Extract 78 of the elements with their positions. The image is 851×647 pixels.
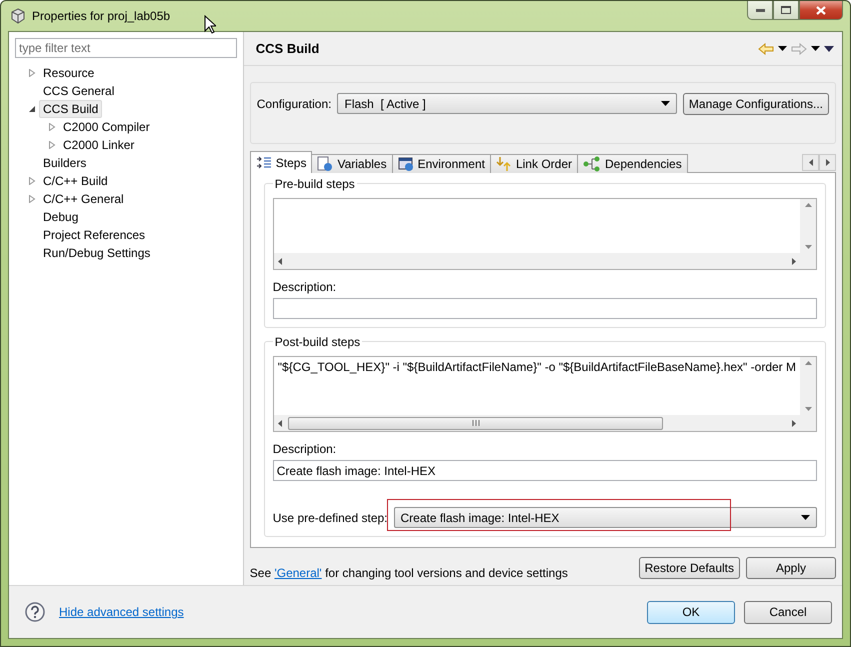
app-icon <box>10 8 26 24</box>
dropdown-arrow-icon <box>801 515 810 520</box>
predefined-step-label: Use pre-defined step: <box>272 510 388 524</box>
expand-icon[interactable] <box>28 177 36 185</box>
tab[interactable]: Steps <box>250 151 312 173</box>
predefined-step-dropdown[interactable]: Create flash image: Intel-HEX <box>394 507 817 528</box>
hint-text: See 'General' for changing tool versions and device settings <box>250 566 568 580</box>
command-area[interactable]: "${CG_TOOL_HEX}" -i "${BuildArtifactFileName}" -o "${BuildArtifactFileBaseName}.hex" -order M <box>272 356 817 432</box>
expand-icon[interactable] <box>28 195 36 203</box>
scroll-up-icon[interactable] <box>804 203 812 207</box>
arrows-icon <box>496 156 512 172</box>
minimize-button[interactable] <box>747 1 773 20</box>
tree-item[interactable]: CCS General <box>39 82 118 100</box>
command-text: "${CG_TOOL_HEX}" -i "${BuildArtifactFileName}" -o "${BuildArtifactFileBaseName}.hex" -order M <box>276 359 797 376</box>
scroll-right-icon[interactable] <box>792 258 796 264</box>
window-icon <box>398 156 414 172</box>
collapse-icon[interactable] <box>28 105 36 113</box>
configuration-dropdown[interactable]: Flash [ Active ] <box>337 93 677 114</box>
caret-icon <box>778 46 787 51</box>
close-icon <box>816 6 826 14</box>
minimize-icon <box>756 8 764 12</box>
hide-advanced-settings-link[interactable]: Hide advanced settings <box>59 605 184 619</box>
scroll-down-icon[interactable] <box>804 245 812 249</box>
tree-item[interactable]: Resource <box>39 64 98 82</box>
tree-item[interactable]: C/C++ General <box>39 190 128 208</box>
expand-icon[interactable] <box>48 141 56 149</box>
page-title: CCS Build <box>256 41 320 56</box>
close-button[interactable] <box>799 1 843 20</box>
tree-item[interactable]: Project References <box>39 226 150 244</box>
tab[interactable]: Environment <box>392 154 491 173</box>
forward-arrow-icon[interactable] <box>791 42 807 54</box>
tab[interactable]: Dependencies <box>577 154 688 173</box>
general-link[interactable]: 'General' <box>274 566 322 580</box>
scroll-right-icon[interactable] <box>792 420 796 426</box>
maximize-icon <box>781 6 791 14</box>
menu-icon[interactable] <box>824 46 834 52</box>
variables-icon <box>317 156 334 172</box>
maximize-button[interactable] <box>773 1 799 20</box>
help-icon[interactable] <box>25 602 45 622</box>
tab[interactable]: Variables <box>311 154 393 173</box>
manage-configurations-button[interactable]: Manage Configurations... <box>682 93 829 115</box>
description-label: Description: <box>272 442 338 456</box>
back-arrow-icon[interactable] <box>758 42 774 54</box>
dropdown-arrow-icon <box>660 101 670 106</box>
configuration-label: Configuration: <box>256 97 332 111</box>
tree-item[interactable]: C2000 Linker <box>59 136 138 154</box>
filter-field[interactable]: type filter text <box>15 38 237 58</box>
group-title: Post-build steps <box>272 334 362 350</box>
ok-button[interactable]: OK <box>647 600 735 624</box>
expand-icon[interactable] <box>28 69 36 77</box>
scroll-down-icon[interactable] <box>804 407 812 411</box>
scroll-up-icon[interactable] <box>804 361 812 365</box>
left-arrow-icon <box>808 159 812 166</box>
tree-item[interactable]: Debug <box>39 208 82 226</box>
list-icon <box>256 156 272 170</box>
tree-item[interactable]: CCS Build <box>39 100 102 118</box>
description-label: Description: <box>272 280 338 294</box>
group-title: Pre-build steps <box>272 176 357 192</box>
window-title: Properties for proj_lab05b <box>32 9 170 23</box>
scroll-left-button[interactable] <box>802 154 819 171</box>
tree-item[interactable]: Run/Debug Settings <box>39 244 154 262</box>
cancel-button[interactable]: Cancel <box>744 600 832 624</box>
caret-icon <box>811 46 820 51</box>
scroll-left-icon[interactable] <box>278 258 282 264</box>
hierarchy-icon <box>583 156 601 172</box>
description-field[interactable]: Create flash image: Intel-HEX <box>272 460 817 481</box>
tree-item[interactable]: C2000 Compiler <box>59 118 154 136</box>
right-arrow-icon <box>826 159 830 166</box>
scroll-right-button[interactable] <box>819 154 836 171</box>
scrollbar-thumb[interactable] <box>288 416 664 430</box>
scroll-left-icon[interactable] <box>278 420 282 426</box>
apply-button[interactable]: Apply <box>746 557 836 579</box>
restore-defaults-button[interactable]: Restore Defaults <box>638 557 740 579</box>
expand-icon[interactable] <box>48 123 56 131</box>
tree-item[interactable]: Builders <box>39 154 90 172</box>
tab[interactable]: Link Order <box>490 154 578 173</box>
description-field[interactable] <box>272 298 817 319</box>
tree-item[interactable]: C/C++ Build <box>39 172 112 190</box>
